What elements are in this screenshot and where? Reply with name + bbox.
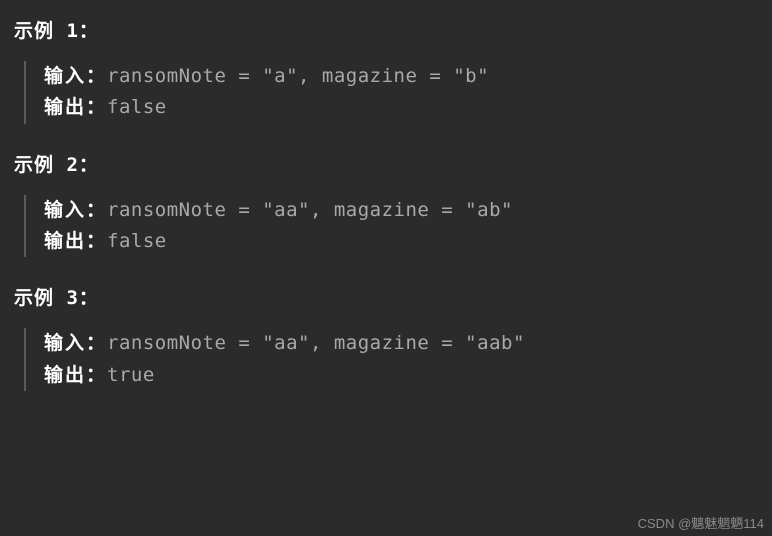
output-value: true <box>107 364 155 386</box>
input-value: ransomNote = "a", magazine = "b" <box>107 65 489 87</box>
output-line: 输出：true <box>44 360 772 391</box>
example-block-1: 示例 1： 输入：ransomNote = "a", magazine = "b… <box>14 16 772 124</box>
output-line: 输出：false <box>44 92 772 123</box>
example-block-3: 示例 3： 输入：ransomNote = "aa", magazine = "… <box>14 283 772 391</box>
output-label: 输出： <box>44 231 107 252</box>
input-label: 输入： <box>44 333 107 354</box>
input-line: 输入：ransomNote = "aa", magazine = "aab" <box>44 328 772 359</box>
code-block: 输入：ransomNote = "a", magazine = "b" 输出：f… <box>24 61 772 124</box>
output-label: 输出： <box>44 365 107 386</box>
example-block-2: 示例 2： 输入：ransomNote = "aa", magazine = "… <box>14 150 772 258</box>
input-value: ransomNote = "aa", magazine = "aab" <box>107 332 525 354</box>
output-label: 输出： <box>44 97 107 118</box>
output-line: 输出：false <box>44 226 772 257</box>
example-title: 示例 2： <box>14 150 772 177</box>
output-value: false <box>107 96 167 118</box>
input-line: 输入：ransomNote = "a", magazine = "b" <box>44 61 772 92</box>
input-value: ransomNote = "aa", magazine = "ab" <box>107 199 513 221</box>
input-line: 输入：ransomNote = "aa", magazine = "ab" <box>44 195 772 226</box>
input-label: 输入： <box>44 200 107 221</box>
output-value: false <box>107 230 167 252</box>
input-label: 输入： <box>44 66 107 87</box>
example-title: 示例 1： <box>14 16 772 43</box>
code-block: 输入：ransomNote = "aa", magazine = "aab" 输… <box>24 328 772 391</box>
code-block: 输入：ransomNote = "aa", magazine = "ab" 输出… <box>24 195 772 258</box>
watermark: CSDN @魑魅魍魉114 <box>638 513 764 532</box>
example-title: 示例 3： <box>14 283 772 310</box>
